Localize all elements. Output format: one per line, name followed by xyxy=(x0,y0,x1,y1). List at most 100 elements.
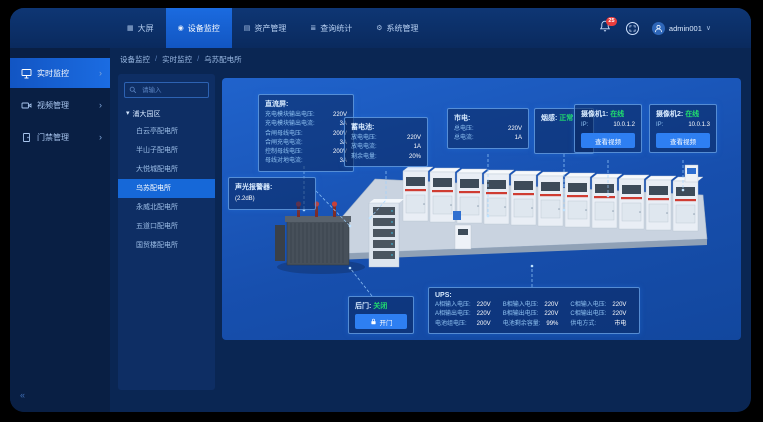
realtime-monitor-icon xyxy=(21,68,32,79)
nav-tab-dashboard[interactable]: ▦ 大屏 xyxy=(115,8,166,48)
row-value: 市电 xyxy=(614,320,626,329)
chevron-right-icon: › xyxy=(99,100,102,110)
data-row: A相输入电压:220V xyxy=(435,301,491,310)
main-nav: ▦ 大屏 ◉ 设备监控 ▤ 资产管理 ≣ 查询统计 ⚙ 系统管理 xyxy=(115,8,431,48)
ups-col-c: C相输入电压:220V C相输出电压:220V 供电方式:市电 xyxy=(570,301,626,329)
dashboard-icon: ▦ xyxy=(127,24,134,32)
door-label: 后门: xyxy=(355,303,371,310)
data-row: 总电流:1A xyxy=(454,134,522,143)
nav-tab-assets[interactable]: ▤ 资产管理 xyxy=(232,8,299,48)
sidebar-item-realtime-monitor[interactable]: 实时监控 › xyxy=(10,58,110,88)
left-sidebar: 实时监控 › 视频管理 › 门禁管理 › « xyxy=(10,48,110,412)
panel-title: 后门: 关闭 xyxy=(355,301,407,311)
notifications-button[interactable]: 25 xyxy=(599,20,613,36)
collapse-sidebar-icon[interactable]: « xyxy=(20,390,25,400)
sound-light-alarm-panel: 声光报警器: (2.2dB) xyxy=(228,177,316,210)
fullscreen-button[interactable] xyxy=(626,22,639,35)
sidebar-item-label: 门禁管理 xyxy=(37,132,69,143)
search-input[interactable] xyxy=(140,86,204,95)
data-row: 放电电流:1A xyxy=(351,143,421,152)
camera1-label: 摄像机1: xyxy=(581,111,608,118)
data-row: 剩余电量: 20% xyxy=(351,153,421,162)
breadcrumb-item[interactable]: 乌苏配电所 xyxy=(204,54,242,65)
avatar xyxy=(652,22,665,35)
door-access-icon xyxy=(21,132,32,143)
row-value: 1A xyxy=(515,134,522,143)
row-label: 控制母线电压: xyxy=(265,148,303,157)
breadcrumb-item[interactable]: 实时监控 xyxy=(162,54,192,65)
row-label: C相输出电压: xyxy=(570,310,606,319)
tree-group-label: 浦大园区 xyxy=(133,109,161,119)
tree-item[interactable]: 白云亭配电所 xyxy=(118,122,215,141)
data-row: IP:10.0.1.3 xyxy=(656,121,710,130)
tree-search[interactable] xyxy=(124,82,209,98)
nav-tab-label: 设备监控 xyxy=(188,23,220,34)
search-icon xyxy=(129,86,137,94)
ups-panel: UPS: A相输入电压:220V A相输出电压:220V 电池组电压:200V … xyxy=(428,287,640,334)
video-camera-icon xyxy=(21,100,32,111)
breadcrumb-item[interactable]: 设备监控 xyxy=(120,54,150,65)
breadcrumb-separator: / xyxy=(155,54,157,65)
tree-collapse-caret-icon: ▾ xyxy=(126,109,130,119)
data-row: 总电压:220V xyxy=(454,125,522,134)
room-3d-panel: 直流屏: 充电模块输出电压:220V 充电模块输出电流:3A 合闸母线电压:20… xyxy=(222,78,741,340)
tree-item[interactable]: 五道口配电所 xyxy=(118,217,215,236)
data-row: 放电电压:220V xyxy=(351,134,421,143)
data-row: C相输入电压:220V xyxy=(570,301,626,310)
tree-item[interactable]: 国贸楼配电所 xyxy=(118,236,215,255)
sidebar-item-access-manage[interactable]: 门禁管理 › xyxy=(10,122,110,152)
data-row: C相输出电压:220V xyxy=(570,310,626,319)
sidebar-item-label: 实时监控 xyxy=(37,68,69,79)
row-label: B相输出电压: xyxy=(503,310,539,319)
row-value: 220V xyxy=(407,134,421,143)
tree-item[interactable]: 永威北配电所 xyxy=(118,198,215,217)
panel-title: 摄像机1: 在线 xyxy=(581,109,635,119)
data-row: 电池剩余容量:99% xyxy=(503,320,559,329)
row-label: 总电压: xyxy=(454,125,474,134)
data-row: B相输入电压:220V xyxy=(503,301,559,310)
battery-panel: 蓄电池: 放电电压:220V 放电电流:1A 剩余电量:20% xyxy=(344,117,428,167)
data-row: 合闸母线电压:200V xyxy=(265,130,347,139)
user-icon xyxy=(654,24,663,33)
row-value: 20% xyxy=(409,153,421,162)
nav-tab-label: 查询统计 xyxy=(320,23,352,34)
nav-tab-label: 资产管理 xyxy=(254,23,286,34)
gear-icon: ⚙ xyxy=(376,24,382,32)
breadcrumb: 设备监控 / 实时监控 / 乌苏配电所 xyxy=(120,54,242,65)
panel-title: 直流屏: xyxy=(265,99,347,109)
ip-value: 10.0.1.2 xyxy=(613,121,635,130)
tree-item[interactable]: 半山子配电所 xyxy=(118,141,215,160)
data-row: 充电模块输出电流:3A xyxy=(265,120,347,129)
row-value: 220V xyxy=(544,301,558,310)
user-menu[interactable]: admin001 ∨ xyxy=(652,22,711,35)
nav-tab-query-stats[interactable]: ≣ 查询统计 xyxy=(298,8,364,48)
row-value: 200V xyxy=(477,320,491,329)
monitor-icon: ◉ xyxy=(178,24,184,32)
data-row: 供电方式:市电 xyxy=(570,320,626,329)
row-value: 1A xyxy=(414,143,421,152)
tree-item[interactable]: 大悦城配电所 xyxy=(118,160,215,179)
row-label: 母线对地电流: xyxy=(265,157,303,166)
tree-group-node[interactable]: ▾ 浦大园区 xyxy=(118,104,215,122)
view-video-button[interactable]: 查看视频 xyxy=(581,133,635,148)
row-label: A相输入电压: xyxy=(435,301,471,310)
sidebar-item-video-manage[interactable]: 视频管理 › xyxy=(10,90,110,120)
navbar-right: 25 admin001 ∨ xyxy=(599,8,711,48)
nav-tab-system[interactable]: ⚙ 系统管理 xyxy=(364,8,430,48)
chevron-right-icon: › xyxy=(99,68,102,78)
ups-col-a: A相输入电压:220V A相输出电压:220V 电池组电压:200V xyxy=(435,301,491,329)
tree-item-selected[interactable]: 乌苏配电所 xyxy=(118,179,215,198)
row-label: 剩余电量: xyxy=(351,153,377,162)
data-row: 控制母线电压:200V xyxy=(265,148,347,157)
data-row: 电池组电压:200V xyxy=(435,320,491,329)
fullscreen-icon xyxy=(629,25,636,32)
assets-icon: ▤ xyxy=(244,24,251,32)
view-video-button[interactable]: 查看视频 xyxy=(656,133,710,148)
open-door-button[interactable]: 开门 xyxy=(355,314,407,329)
stats-icon: ≣ xyxy=(310,24,316,32)
nav-tab-device-monitor[interactable]: ◉ 设备监控 xyxy=(166,8,232,48)
data-row: B相输出电压: 220V xyxy=(503,310,559,319)
row-value: 220V xyxy=(544,310,558,319)
mains-power-panel: 市电: 总电压:220V 总电流:1A xyxy=(447,108,529,149)
dc-screen-panel: 直流屏: 充电模块输出电压:220V 充电模块输出电流:3A 合闸母线电压:20… xyxy=(258,94,354,172)
